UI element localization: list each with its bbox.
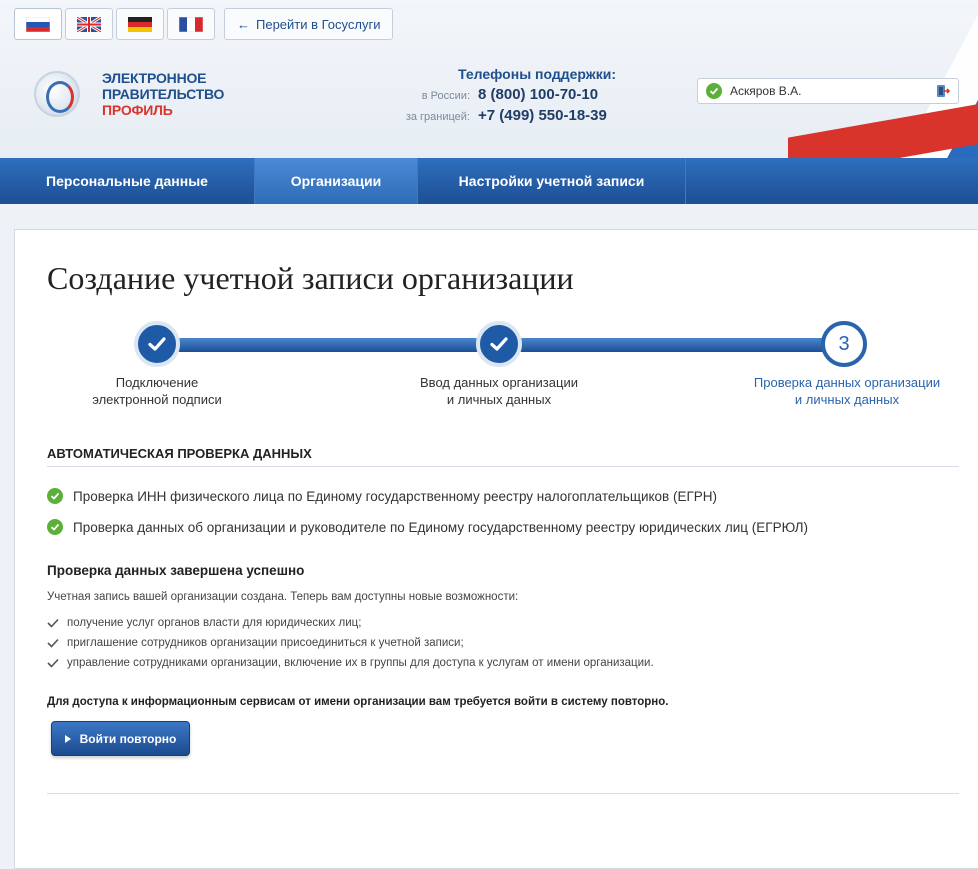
site-header: ← Перейти в Госуслуги ЭЛЕКТРОННОЕ ПРАВИТ… — [0, 0, 978, 158]
step-2-label: Ввод данных организации и личных данных — [420, 375, 578, 407]
user-account-box[interactable]: Аскяров В.А. — [697, 78, 959, 104]
feature-item: приглашение сотрудников организации прис… — [47, 637, 464, 649]
support-phones: Телефоны поддержки: в России: 8 (800) 10… — [368, 66, 628, 124]
result-title: Проверка данных завершена успешно — [47, 563, 305, 578]
nav-organizations[interactable]: Организации — [255, 158, 418, 204]
russia-flag-icon — [26, 16, 50, 32]
check-success-icon — [47, 519, 63, 535]
germany-flag-icon — [128, 16, 152, 32]
support-phones-title: Телефоны поддержки: — [457, 66, 616, 82]
relogin-note: Для доступа к информационным сервисам от… — [47, 696, 669, 708]
logo-line-2: ПРАВИТЕЛЬСТВО — [102, 86, 225, 102]
arrow-left-icon: ← — [237, 16, 250, 32]
phone-russia-label: в России: — [421, 90, 470, 102]
uk-flag-icon — [77, 16, 101, 32]
step-1-label: Подключение электронной подписи — [92, 375, 222, 407]
phone-abroad-number: +7 (499) 550-18-39 — [478, 107, 607, 124]
phone-russia-number: 8 (800) 100-70-10 — [478, 86, 599, 103]
lang-russian-button[interactable] — [14, 8, 62, 40]
step-3-label: Проверка данных организации и личных данн… — [753, 375, 941, 407]
checkmark-icon — [47, 638, 59, 648]
check-item-egrul: Проверка данных об организации и руковод… — [47, 519, 808, 535]
logo-line-1: ЭЛЕКТРОННОЕ — [102, 70, 207, 86]
user-name: Аскяров В.А. — [730, 84, 802, 98]
lang-english-button[interactable] — [65, 8, 113, 40]
nav-account-settings[interactable]: Настройки учетной записи — [418, 158, 686, 204]
main-navigation: Персональные данные Организации Настройк… — [0, 158, 978, 204]
lang-german-button[interactable] — [116, 8, 164, 40]
step-2-done-icon — [476, 321, 522, 367]
bottom-divider — [47, 793, 959, 794]
language-bar: ← Перейти в Госуслуги — [14, 8, 394, 40]
step-3-current: 3 — [821, 321, 867, 367]
nav-personal-data[interactable]: Персональные данные — [0, 158, 255, 204]
play-triangle-icon — [64, 734, 71, 743]
relogin-button-label: Войти повторно — [79, 731, 177, 746]
logout-icon[interactable] — [936, 84, 950, 98]
site-logo[interactable]: ЭЛЕКТРОННОЕ ПРАВИТЕЛЬСТВО ПРОФИЛЬ — [34, 70, 224, 118]
check-item-text: Проверка ИНН физического лица по Единому… — [73, 488, 718, 504]
france-flag-icon — [179, 16, 203, 32]
user-verified-icon — [706, 83, 722, 99]
goto-gosuslugi-label: Перейти в Госуслуги — [256, 16, 381, 32]
feature-item: управление сотрудниками организации, вкл… — [47, 657, 654, 669]
content-card: Создание учетной записи организации 3 По… — [14, 229, 978, 869]
section-title: АВТОМАТИЧЕСКАЯ ПРОВЕРКА ДАННЫХ — [47, 446, 312, 461]
relogin-button[interactable]: Войти повторно — [51, 721, 190, 756]
check-item-egrn: Проверка ИНН физического лица по Единому… — [47, 488, 717, 504]
page-title: Создание учетной записи организации — [47, 260, 574, 296]
lang-french-button[interactable] — [167, 8, 215, 40]
check-success-icon — [47, 488, 63, 504]
check-item-text: Проверка данных об организации и руковод… — [73, 519, 808, 535]
checkmark-icon — [47, 618, 59, 628]
progress-stepper: 3 Подключение электронной подписи Ввод да… — [15, 314, 978, 410]
phone-abroad-label: за границей: — [405, 111, 470, 123]
checkmark-icon — [47, 658, 59, 668]
emblem-icon — [34, 71, 80, 117]
result-text: Учетная запись вашей организации создана… — [47, 591, 519, 603]
goto-gosuslugi-link[interactable]: ← Перейти в Госуслуги — [224, 8, 394, 40]
logo-line-3: ПРОФИЛЬ — [102, 102, 173, 118]
feature-item: получение услуг органов власти для юриди… — [47, 617, 361, 629]
step-1-done-icon — [134, 321, 180, 367]
section-divider — [47, 466, 959, 467]
